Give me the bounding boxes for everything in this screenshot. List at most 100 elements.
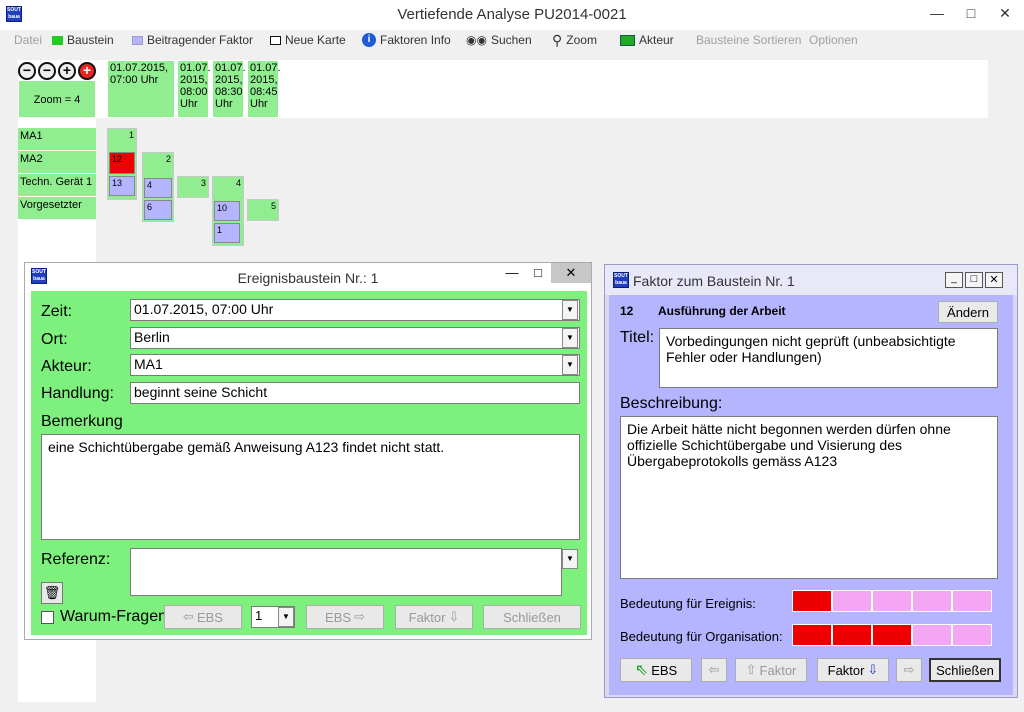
close-button[interactable]: ✕ bbox=[985, 272, 1003, 288]
ebs-button[interactable]: ⇖ EBS bbox=[620, 658, 692, 682]
scale-cell[interactable] bbox=[792, 624, 832, 646]
menu-faktoren-info[interactable]: i Faktoren Info bbox=[362, 32, 451, 48]
ebs-back-button[interactable]: ⇦ EBS bbox=[164, 605, 242, 629]
maximize-button[interactable]: □ bbox=[965, 272, 983, 288]
arrow-down-icon: ⇩ bbox=[867, 662, 879, 677]
button-label: EBS bbox=[325, 609, 352, 625]
dialog-logo: SOUT baua bbox=[613, 272, 629, 288]
close-button[interactable]: ✕ bbox=[988, 2, 1022, 24]
factor-tag[interactable]: 4 bbox=[144, 178, 172, 198]
akteur-label: Akteur: bbox=[41, 358, 92, 375]
factor-dialog-body: 12 Ausführung der Arbeit Ändern Titel: V… bbox=[609, 295, 1013, 695]
event-block[interactable]: 5 bbox=[247, 199, 279, 221]
factor-tag[interactable]: 6 bbox=[144, 200, 172, 220]
zoom-out-icon[interactable]: − bbox=[38, 62, 56, 80]
menu-zoom[interactable]: ⚲ Zoom bbox=[552, 32, 597, 48]
titel-textarea[interactable]: Vorbedingungen nicht geprüft (unbeabsich… bbox=[659, 328, 998, 388]
handlung-label: Handlung: bbox=[41, 385, 114, 402]
minimize-button[interactable]: — bbox=[499, 265, 525, 285]
scale-cell[interactable] bbox=[792, 590, 832, 612]
maximize-button[interactable]: □ bbox=[954, 2, 988, 24]
scale-cell[interactable] bbox=[872, 590, 912, 612]
menu-suchen[interactable]: ◉◉ Suchen bbox=[466, 32, 532, 48]
scale-cell[interactable] bbox=[832, 624, 872, 646]
faktor-button[interactable]: Faktor ⇩ bbox=[395, 605, 473, 629]
warum-checkbox[interactable] bbox=[41, 611, 54, 624]
menu-akteur[interactable]: Akteur bbox=[620, 32, 674, 48]
close-button[interactable]: ✕ bbox=[551, 263, 591, 283]
referenz-textarea[interactable] bbox=[130, 548, 562, 596]
minimize-button[interactable]: — bbox=[920, 2, 954, 24]
factor-tag[interactable]: 13 bbox=[109, 176, 135, 196]
forward-arrow-button[interactable]: ⇨ bbox=[896, 658, 922, 682]
info-icon: i bbox=[362, 33, 376, 47]
aendern-button[interactable]: Ändern bbox=[938, 301, 998, 323]
scale-cell[interactable] bbox=[952, 590, 992, 612]
menu-optionen[interactable]: Optionen bbox=[809, 32, 858, 48]
event-block[interactable]: 3 bbox=[177, 176, 209, 198]
akteur-select[interactable]: MA1 bbox=[130, 354, 580, 376]
row-label[interactable]: MA1 bbox=[18, 128, 96, 150]
event-dialog: SOUT baua Ereignisbaustein Nr.: 1 — □ ✕ … bbox=[24, 262, 592, 640]
bemerkung-textarea[interactable]: eine Schichtübergabe gemäß Anweisung A12… bbox=[41, 434, 580, 540]
beschreibung-textarea[interactable]: Die Arbeit hätte nicht begonnen werden d… bbox=[620, 416, 998, 579]
green-square-icon bbox=[52, 35, 63, 45]
chevron-down-icon[interactable]: ▼ bbox=[562, 300, 578, 320]
menu-neue-karte[interactable]: Neue Karte bbox=[270, 32, 346, 48]
chevron-down-icon[interactable]: ▼ bbox=[562, 328, 578, 348]
scale-cell[interactable] bbox=[912, 590, 952, 612]
zoom-in-max-icon[interactable]: + bbox=[78, 62, 96, 80]
zeit-select[interactable]: 01.07.2015, 07:00 Uhr bbox=[130, 299, 580, 321]
actor-icon bbox=[620, 34, 635, 46]
factor-tag[interactable]: 12 bbox=[109, 152, 135, 174]
row-label[interactable]: MA2 bbox=[18, 151, 96, 173]
scale-cell[interactable] bbox=[952, 624, 992, 646]
schliessen-button[interactable]: Schließen bbox=[483, 605, 581, 629]
bedeutung-org-scale[interactable] bbox=[792, 624, 992, 646]
main-title-bar: SOUT baua Vertiefende Analyse PU2014-002… bbox=[0, 0, 1024, 30]
event-dialog-titlebar: SOUT baua Ereignisbaustein Nr.: 1 — □ ✕ bbox=[25, 263, 591, 291]
button-label: Faktor bbox=[827, 662, 865, 678]
binoculars-icon: ◉◉ bbox=[466, 33, 487, 47]
row-label[interactable]: Vorgesetzter bbox=[18, 197, 96, 219]
menu-bausteine-sortieren[interactable]: Bausteine Sortieren bbox=[696, 32, 801, 48]
zoom-out-max-icon[interactable]: − bbox=[18, 62, 36, 80]
zoom-level: Zoom = 4 bbox=[18, 80, 96, 118]
faktor-forward-button[interactable]: Faktor ⇩ bbox=[817, 658, 889, 682]
back-arrow-button[interactable]: ⇦ bbox=[701, 658, 727, 682]
white-square-icon bbox=[270, 35, 281, 45]
factor-tag[interactable]: 1 bbox=[214, 223, 240, 243]
bedeutung-ereignis-scale[interactable] bbox=[792, 590, 992, 612]
factor-tag[interactable]: 10 bbox=[214, 201, 240, 221]
maximize-button[interactable]: □ bbox=[525, 265, 551, 285]
handlung-input[interactable]: beginnt seine Schicht bbox=[130, 382, 580, 404]
menu-datei[interactable]: Datei bbox=[14, 32, 42, 48]
zoom-in-icon[interactable]: + bbox=[58, 62, 76, 80]
factor-dialog-titlebar: SOUT baua Faktor zum Baustein Nr. 1 _ □ … bbox=[605, 265, 1017, 295]
ort-select[interactable]: Berlin bbox=[130, 327, 580, 349]
chevron-down-icon[interactable]: ▼ bbox=[278, 607, 294, 627]
faktor-back-button[interactable]: ⇧ Faktor bbox=[735, 658, 807, 682]
ebs-forward-button[interactable]: EBS ⇨ bbox=[306, 605, 384, 629]
menu-baustein[interactable]: Baustein bbox=[52, 32, 114, 48]
factor-dialog: SOUT baua Faktor zum Baustein Nr. 1 _ □ … bbox=[604, 264, 1018, 698]
block-number: 1 bbox=[128, 130, 134, 140]
window-title: Vertiefende Analyse PU2014-0021 bbox=[397, 6, 627, 23]
schliessen-button[interactable]: Schließen bbox=[929, 658, 1001, 682]
factor-code: 12 bbox=[620, 304, 634, 318]
menu-label: Neue Karte bbox=[285, 33, 346, 47]
time-cell[interactable]: 01.07. 2015, 08:00 Uhr bbox=[177, 60, 211, 118]
scale-cell[interactable] bbox=[872, 624, 912, 646]
scale-cell[interactable] bbox=[912, 624, 952, 646]
time-cell[interactable]: 01.07. 2015, 08:30 Uhr bbox=[212, 60, 246, 118]
minimize-button[interactable]: _ bbox=[945, 272, 963, 288]
time-cell[interactable]: 01.07. 2015, 08:45 Uhr bbox=[247, 60, 281, 118]
time-cell[interactable]: 01.07.2015, 07:00 Uhr bbox=[107, 60, 175, 118]
row-label[interactable]: Techn. Gerät 1 bbox=[18, 174, 96, 196]
chevron-down-icon[interactable]: ▼ bbox=[562, 355, 578, 375]
chevron-down-icon[interactable]: ▼ bbox=[562, 549, 578, 569]
scale-cell[interactable] bbox=[832, 590, 872, 612]
trash-icon[interactable]: 🗑 bbox=[41, 582, 63, 604]
menu-label: Bausteine Sortieren bbox=[696, 33, 802, 47]
menu-beitragender-faktor[interactable]: Beitragender Faktor bbox=[132, 32, 253, 48]
